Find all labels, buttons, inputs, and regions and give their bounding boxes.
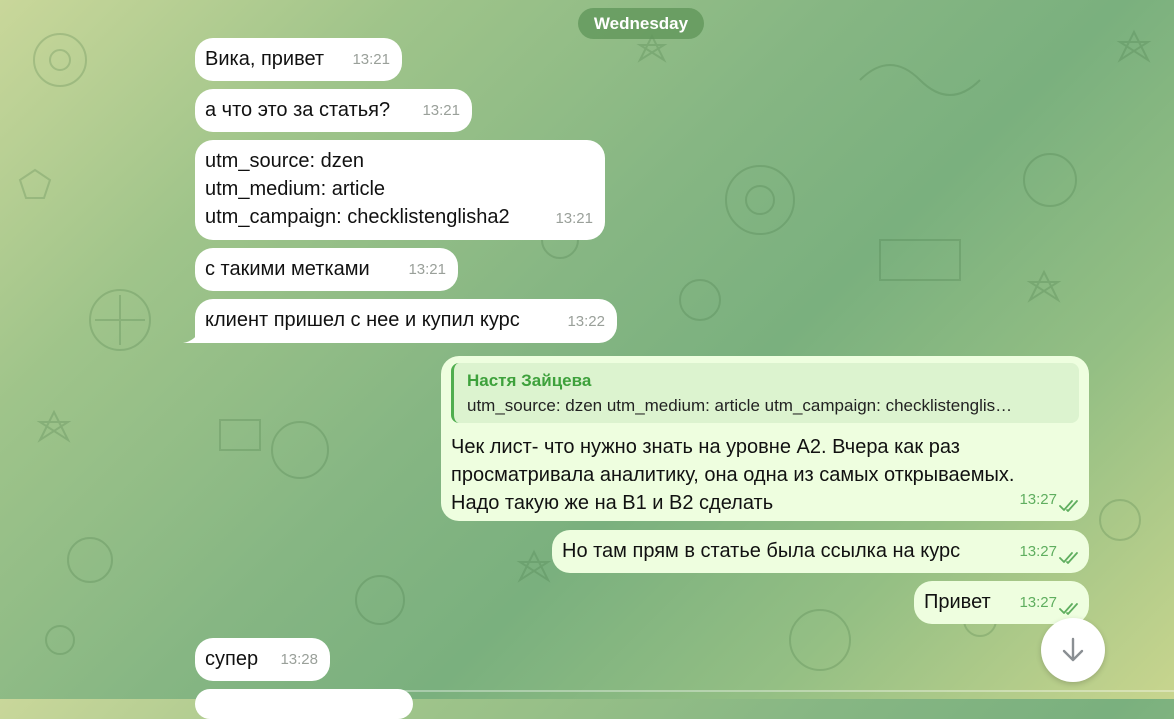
outgoing-message[interactable]: Настя Зайцева utm_source: dzen utm_mediu… (441, 356, 1089, 521)
incoming-message[interactable]: utm_source: dzen utm_medium: article utm… (195, 140, 605, 240)
message-time: 13:27 (1019, 491, 1057, 508)
incoming-message[interactable]: с такими метками 13:21 (195, 248, 458, 291)
outgoing-message[interactable]: Но там прям в статье была ссылка на курс… (552, 530, 1089, 573)
message-time: 13:27 (1019, 543, 1057, 560)
incoming-message[interactable]: супер 13:28 (195, 638, 330, 681)
scroll-to-bottom-button[interactable] (1041, 618, 1105, 682)
message-time: 13:21 (352, 51, 390, 68)
divider (300, 690, 1174, 692)
incoming-message[interactable]: клиент пришел с нее и купил курс 13:22 (195, 299, 617, 343)
message-time: 13:28 (280, 651, 318, 668)
arrow-down-icon (1062, 637, 1084, 662)
message-text: Но там прям в статье была ссылка на курс (562, 540, 961, 562)
incoming-message[interactable]: а что это за статья? 13:21 (195, 89, 472, 132)
chat-history[interactable]: Wednesday Вика, привет 13:21 а что это з… (0, 0, 1174, 719)
date-separator: Wednesday (578, 8, 704, 39)
incoming-message-partial[interactable] (195, 689, 413, 719)
incoming-message[interactable]: Вика, привет 13:21 (195, 38, 402, 81)
double-check-icon (1059, 500, 1078, 512)
double-check-icon (1059, 603, 1078, 615)
message-time: 13:27 (1019, 594, 1057, 611)
message-time: 13:21 (408, 261, 446, 278)
message-time: 13:21 (555, 210, 593, 227)
reply-text: utm_source: dzen utm_medium: article utm… (467, 396, 1013, 415)
message-text: utm_source: dzen utm_medium: article utm… (205, 150, 510, 228)
message-text: Чек лист- что нужно знать на уровне А2. … (451, 436, 1015, 514)
message-time: 13:22 (567, 313, 605, 330)
message-time: 13:21 (422, 102, 460, 119)
reply-quote[interactable]: Настя Зайцева utm_source: dzen utm_mediu… (451, 363, 1079, 423)
double-check-icon (1059, 552, 1078, 564)
reply-author: Настя Зайцева (467, 371, 592, 390)
message-text: клиент пришел с нее и купил курс (205, 309, 520, 331)
outgoing-message[interactable]: Привет 13:27 (914, 581, 1089, 624)
